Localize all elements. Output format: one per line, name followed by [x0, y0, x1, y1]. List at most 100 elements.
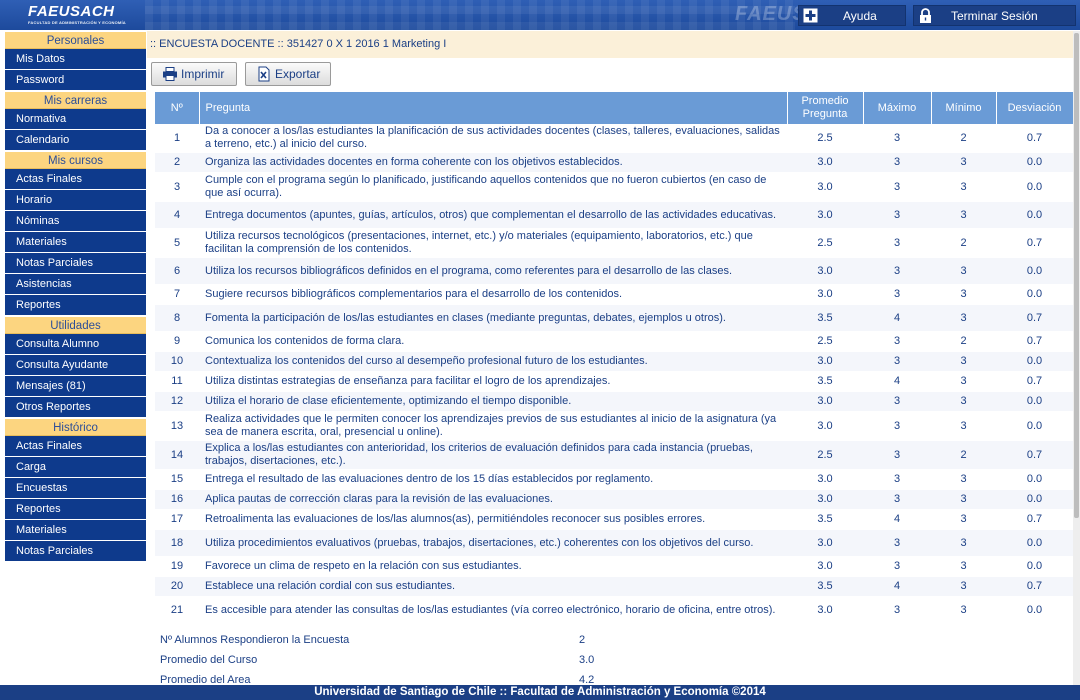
- table-row: 15 Entrega el resultado de las evaluacion…: [155, 469, 1073, 490]
- col-header-num: Nº: [155, 92, 200, 124]
- row-min: 3: [931, 469, 996, 490]
- sidebar-item-materiales[interactable]: Materiales: [5, 232, 146, 253]
- sidebar-item-notas-parciales[interactable]: Notas Parciales: [5, 253, 146, 274]
- row-min: 3: [931, 509, 996, 530]
- scrollbar-thumb[interactable]: [1074, 33, 1079, 518]
- sidebar-item-hist-encuestas[interactable]: Encuestas: [5, 478, 146, 499]
- row-number: 12: [155, 391, 199, 412]
- row-number: 16: [155, 489, 199, 510]
- row-max: 3: [863, 391, 931, 412]
- row-question: Fomenta la participación de los/las estu…: [199, 304, 787, 332]
- table-row: 8 Fomenta la participación de los/las est…: [155, 304, 1073, 332]
- row-average: 3.0: [787, 257, 863, 285]
- row-max: 3: [863, 440, 931, 470]
- row-average: 3.0: [787, 152, 863, 173]
- table-row: 11 Utiliza distintas estrategias de enseñ…: [155, 371, 1073, 392]
- row-average: 3.0: [787, 351, 863, 372]
- export-button[interactable]: Exportar: [245, 62, 331, 86]
- row-average: 3.0: [787, 469, 863, 490]
- row-deviation: 0.7: [996, 331, 1073, 352]
- row-average: 2.5: [787, 228, 863, 258]
- row-question: Cumple con el programa según lo planific…: [199, 172, 787, 202]
- table-row: 10 Contextualiza los contenidos del curso…: [155, 351, 1073, 372]
- help-label: Ayuda: [843, 8, 877, 23]
- row-deviation: 0.7: [996, 576, 1073, 597]
- summary-row: Promedio del Curso 3.0: [160, 650, 760, 670]
- sidebar-item-password[interactable]: Password: [5, 70, 146, 91]
- row-min: 3: [931, 411, 996, 441]
- sidebar-item-horario[interactable]: Horario: [5, 190, 146, 211]
- row-question: Utiliza procedimientos evaluativos (prue…: [199, 529, 787, 557]
- table-row: 7 Sugiere recursos bibliográficos complem…: [155, 284, 1073, 305]
- row-number: 14: [155, 440, 199, 470]
- header-pattern: [145, 0, 795, 30]
- row-max: 4: [863, 576, 931, 597]
- logout-label: Terminar Sesión: [951, 8, 1038, 23]
- table-row: 21 Es accesible para atender las consulta…: [155, 596, 1073, 624]
- row-number: 1: [155, 124, 199, 153]
- help-button[interactable]: Ayuda: [798, 5, 906, 26]
- table-row: 2 Organiza las actividades docentes en fo…: [155, 152, 1073, 173]
- row-question: Establece una relación cordial con sus e…: [199, 576, 787, 597]
- sidebar-item-consulta-ayudante[interactable]: Consulta Ayudante: [5, 355, 146, 376]
- row-number: 19: [155, 556, 199, 577]
- row-question: Entrega documentos (apuntes, guías, artí…: [199, 201, 787, 229]
- sidebar-item-calendario[interactable]: Calendario: [5, 130, 146, 151]
- row-max: 3: [863, 469, 931, 490]
- row-question: Contextualiza los contenidos del curso a…: [199, 351, 787, 372]
- sidebar-item-normativa[interactable]: Normativa: [5, 109, 146, 130]
- row-deviation: 0.7: [996, 304, 1073, 332]
- sidebar-item-asistencias[interactable]: Asistencias: [5, 274, 146, 295]
- sidebar-item-hist-carga[interactable]: Carga: [5, 457, 146, 478]
- sidebar-item-hist-notas-parciales[interactable]: Notas Parciales: [5, 541, 146, 562]
- vertical-scrollbar[interactable]: [1073, 31, 1080, 685]
- row-deviation: 0.0: [996, 201, 1073, 229]
- sidebar-item-mensajes[interactable]: Mensajes (81): [5, 376, 146, 397]
- row-min: 3: [931, 489, 996, 510]
- sidebar-item-mis-datos[interactable]: Mis Datos: [5, 49, 146, 70]
- row-number: 7: [155, 284, 199, 305]
- table-row: 17 Retroalimenta las evaluaciones de los/…: [155, 509, 1073, 530]
- logo-text: FAEUSACH: [28, 3, 115, 20]
- sidebar-item-hist-actas-finales[interactable]: Actas Finales: [5, 436, 146, 457]
- row-average: 3.0: [787, 596, 863, 624]
- summary-value-area-average: 4.2: [579, 674, 595, 685]
- survey-summary: Nº Alumnos Respondieron la Encuesta 2 Pr…: [160, 630, 760, 685]
- row-min: 3: [931, 284, 996, 305]
- section-mis-carreras: Mis carreras: [5, 91, 146, 109]
- row-max: 3: [863, 201, 931, 229]
- row-max: 3: [863, 228, 931, 258]
- sidebar-item-otros-reportes[interactable]: Otros Reportes: [5, 397, 146, 418]
- summary-row: Promedio del Area 4.2: [160, 670, 760, 685]
- printer-icon: [162, 66, 178, 82]
- sidebar-item-actas-finales[interactable]: Actas Finales: [5, 169, 146, 190]
- row-number: 15: [155, 469, 199, 490]
- row-number: 17: [155, 509, 199, 530]
- faeusach-logo[interactable]: FAEUSACH FACULTAD DE ADMINISTRACIÓN Y EC…: [28, 4, 126, 25]
- col-header-average: Promedio Pregunta: [787, 92, 864, 124]
- table-row: 5 Utiliza recursos tecnológicos (presenta…: [155, 228, 1073, 258]
- row-number: 5: [155, 228, 199, 258]
- sidebar-item-nominas[interactable]: Nóminas: [5, 211, 146, 232]
- row-number: 20: [155, 576, 199, 597]
- row-deviation: 0.7: [996, 440, 1073, 470]
- row-number: 11: [155, 371, 199, 392]
- sidebar-item-hist-reportes[interactable]: Reportes: [5, 499, 146, 520]
- table-row: 1 Da a conocer a los/las estudiantes la p…: [155, 124, 1073, 153]
- sidebar-item-consulta-alumno[interactable]: Consulta Alumno: [5, 334, 146, 355]
- summary-label-area-average: Promedio del Area: [160, 674, 251, 685]
- row-min: 2: [931, 440, 996, 470]
- sidebar-item-hist-materiales[interactable]: Materiales: [5, 520, 146, 541]
- sidebar-item-reportes[interactable]: Reportes: [5, 295, 146, 316]
- table-row: 18 Utiliza procedimientos evaluativos (pr…: [155, 529, 1073, 557]
- row-max: 3: [863, 596, 931, 624]
- summary-row: Nº Alumnos Respondieron la Encuesta 2: [160, 630, 760, 650]
- summary-label-course-average: Promedio del Curso: [160, 654, 258, 666]
- print-label: Imprimir: [181, 67, 225, 81]
- row-average: 3.0: [787, 556, 863, 577]
- table-row: 9 Comunica los contenidos de forma clara.…: [155, 331, 1073, 352]
- row-deviation: 0.0: [996, 152, 1073, 173]
- logout-button[interactable]: Terminar Sesión: [913, 5, 1076, 26]
- row-average: 3.0: [787, 411, 863, 441]
- print-button[interactable]: Imprimir: [151, 62, 237, 86]
